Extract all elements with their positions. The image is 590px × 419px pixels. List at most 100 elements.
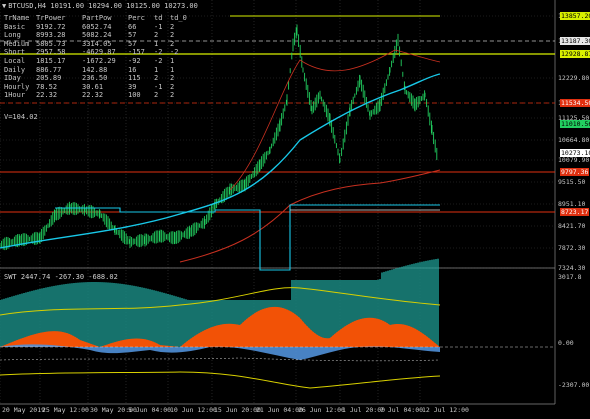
table-cell: Local <box>4 56 26 65</box>
table-cell: 100 <box>128 91 141 100</box>
table-cell: 142.88 <box>82 65 108 74</box>
symbol-info: BTCUSD,H4 10191.00 10294.00 10125.00 102… <box>8 2 198 10</box>
table-cell: 2 <box>170 74 175 83</box>
table-cell: Medium <box>4 39 30 48</box>
table-cell: 2 <box>170 82 175 91</box>
chart-header: ▼ BTCUSD,H4 10191.00 10294.00 10125.00 10… <box>2 2 198 10</box>
table-cell: 6052.74 <box>82 22 112 31</box>
table-row: Medium 5805.73 3314.05 57 1 2 <box>4 40 190 49</box>
table-cell: 57 <box>128 31 137 40</box>
table-cell: 205.89 <box>36 74 62 83</box>
price-marker: 11010.56 <box>560 120 590 128</box>
time-label: 26 Jun 12:00 <box>298 406 345 414</box>
table-header: TrName TrPower PartPow Perc td td_0 <box>4 14 190 23</box>
table-cell: 5805.73 <box>36 39 66 48</box>
table-cell: 22.32 <box>82 91 104 100</box>
swt-scale-label: 0.00 <box>558 339 574 347</box>
table-cell: td_0 <box>170 14 187 22</box>
table-cell: 2 <box>170 39 175 48</box>
table-cell: 886.77 <box>36 65 62 74</box>
table-cell: 9192.72 <box>36 22 66 31</box>
table-cell: Long <box>4 31 21 40</box>
swt-scale-label: 3017.8 <box>558 273 582 281</box>
table-cell: 39 <box>128 82 137 91</box>
table-cell: 2 <box>154 31 159 40</box>
table-row: 1Hour 22.32 22.32 100 2 2 <box>4 91 190 100</box>
table-cell: 2 <box>170 91 175 100</box>
table-cell: 78.52 <box>36 82 58 91</box>
table-cell: -1672.29 <box>82 56 116 65</box>
price-marker: 8723.17 <box>560 208 590 216</box>
price-marker: 9797.36 <box>560 168 590 176</box>
v-value: V=104.02 <box>4 113 38 121</box>
time-label: 7 Jul 04:00 <box>380 406 424 414</box>
price-marker: 12928.87 <box>560 50 590 58</box>
table-cell: 2 <box>154 74 159 83</box>
table-cell: TrName <box>4 14 30 22</box>
table-cell: 2 <box>170 22 175 31</box>
table-cell: 1 <box>154 39 159 48</box>
table-cell: 1 <box>170 65 175 74</box>
table-cell: 57 <box>128 39 137 48</box>
table-cell: PartPow <box>82 14 112 22</box>
price-label: 8421.70 <box>558 222 586 230</box>
table-row: Long 8993.28 5082.24 57 2 2 <box>4 31 190 40</box>
table-row: IDay 205.89 236.50 115 2 2 <box>4 74 190 83</box>
table-cell: IDay <box>4 74 21 83</box>
time-label: 21 Jun 04:00 <box>256 406 303 414</box>
table-cell: 1 <box>154 65 159 74</box>
table-cell: 2 <box>154 91 159 100</box>
table-row: Local 1815.17 -1672.29 -92 -2 1 <box>4 57 190 66</box>
table-cell: 1Hour <box>4 91 26 100</box>
table-cell: -157 <box>128 48 145 57</box>
table-cell: 115 <box>128 74 141 83</box>
time-label: 1 Jul 20:00 <box>342 406 386 414</box>
table-cell: -2 <box>170 48 179 57</box>
table-cell: 30.61 <box>82 82 104 91</box>
table-cell: 2957.58 <box>36 48 66 57</box>
collapse-triangle-icon[interactable]: ▼ <box>2 2 6 10</box>
table-cell: 8993.28 <box>36 31 66 40</box>
table-cell: Perc <box>128 14 145 22</box>
table-cell: -1 <box>154 82 163 91</box>
table-cell: -4629.87 <box>82 48 116 57</box>
price-marker: 13187.30 <box>560 37 590 45</box>
table-cell: 1815.17 <box>36 56 66 65</box>
table-cell: Daily <box>4 65 26 74</box>
table-cell: -2 <box>154 56 163 65</box>
table-row: Short 2957.58 -4629.87 -157 -2 -2 <box>4 48 190 57</box>
price-marker: 11534.50 <box>560 99 590 107</box>
table-cell: 22.32 <box>36 91 58 100</box>
table-cell: 236.50 <box>82 74 108 83</box>
table-cell: Hourly <box>4 82 30 91</box>
table-cell: td <box>154 14 163 22</box>
time-label: 12 Jul 12:00 <box>422 406 469 414</box>
time-label: 10 Jun 12:00 <box>170 406 217 414</box>
price-label: 7324.30 <box>558 264 586 272</box>
price-label: 10664.80 <box>558 136 590 144</box>
swt-scale-label: -2307.00 <box>558 381 590 389</box>
price-label: 12229.80 <box>558 74 590 82</box>
swt-label: SWT 2447.74 -267.30 -688.02 <box>4 273 118 281</box>
time-label: 25 May 12:00 <box>42 406 89 414</box>
table-cell: Short <box>4 48 26 57</box>
table-cell: 5082.24 <box>82 31 112 40</box>
table-row: Daily 886.77 142.88 16 1 1 <box>4 66 190 75</box>
price-marker: 10273.10 <box>560 149 590 157</box>
trend-power-table: TrName TrPower PartPow Perc td td_0 Basic 9192.… <box>4 14 190 100</box>
time-label: 20 May 2019 <box>2 406 46 414</box>
time-label: 15 Jun 20:00 <box>214 406 261 414</box>
price-label: 7872.30 <box>558 244 586 252</box>
table-cell: 16 <box>128 65 137 74</box>
table-cell: 66 <box>128 22 137 31</box>
table-cell: 3314.05 <box>82 39 112 48</box>
table-cell: -1 <box>154 22 163 31</box>
table-cell: Basic <box>4 22 26 31</box>
table-cell: 2 <box>170 31 175 40</box>
price-marker: 13857.20 <box>560 12 590 20</box>
table-cell: -2 <box>154 48 163 57</box>
table-cell: 1 <box>170 56 175 65</box>
price-label: 9515.50 <box>558 178 586 186</box>
table-row: Hourly 78.52 30.61 39 -1 2 <box>4 83 190 92</box>
table-row: Basic 9192.72 6052.74 66 -1 2 <box>4 23 190 32</box>
